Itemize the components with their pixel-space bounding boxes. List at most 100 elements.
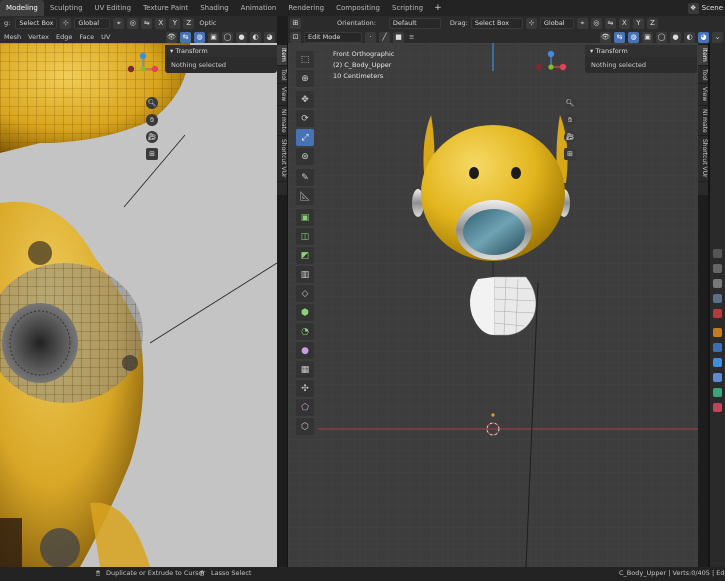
wireframe-shading-icon[interactable]: ◯ [222,31,233,43]
menu-edge[interactable]: Edge [54,33,74,41]
transform-pivot-icon[interactable]: ⊹ [60,17,72,29]
physics-properties-icon[interactable] [713,373,722,382]
face-select-icon[interactable]: ■ [393,31,404,43]
sidebar-tab-item-right[interactable]: Item [698,45,708,66]
sidebar-tab-tool[interactable]: Tool [277,66,287,85]
transform-panel-header-right[interactable]: ▾ Transform [585,45,697,57]
shading-options-icon[interactable]: ⌄ [712,31,723,43]
modifier-properties-icon[interactable] [713,343,722,352]
sidebar-tab-nimate-right[interactable]: NI mate [698,106,708,137]
solid-shading-icon-right[interactable]: ● [670,31,681,43]
sidebar-tab-shortcut-right[interactable]: Shortcut VUr [698,136,708,182]
proportional-icon-right[interactable]: ◎ [590,17,602,29]
scale-tool-icon[interactable]: ⤢ [296,129,314,146]
axis-x-toggle[interactable]: X [155,17,167,29]
zoom-icon[interactable]: 🔍︎ [146,97,158,109]
menu-vertex[interactable]: Vertex [26,33,51,41]
grid-view-icon[interactable]: ⊞ [146,148,158,160]
axis-z-toggle[interactable]: Z [183,17,195,29]
tab-scripting[interactable]: Scripting [386,0,429,16]
view-object-types-icon-right[interactable]: 👁 [600,31,611,43]
orientation-dropdown[interactable]: Global [74,17,111,29]
edge-slide-tool-icon[interactable]: ▦ [296,361,314,378]
overlay-toggle-icon-right[interactable]: ◍ [628,31,639,43]
measure-tool-icon[interactable]: 📐︎ [296,188,314,205]
camera-icon[interactable]: 🎥︎ [146,131,158,143]
inset-tool-icon[interactable]: ◫ [296,228,314,245]
xray-icon[interactable]: ▣ [208,31,219,43]
render-shading-icon-right[interactable]: ◕ [698,31,709,43]
editor-type-icon-2[interactable]: ⊡ [290,31,301,43]
annotate-tool-icon[interactable]: ✎ [296,169,314,186]
tab-rendering[interactable]: Rendering [282,0,330,16]
extrude-tool-icon[interactable]: ▣ [296,209,314,226]
left-viewport[interactable]: 🔍︎ ✋︎ 🎥︎ ⊞ ▾ Transform Nothing selected [0,43,277,567]
sidebar-tab-tool-right[interactable]: Tool [698,66,708,85]
overlay-toggle-icon[interactable]: ◍ [194,31,205,43]
smooth-tool-icon[interactable]: ● [296,342,314,359]
render-properties-icon[interactable] [713,264,722,273]
pan-hand-icon[interactable]: ✋︎ [146,114,158,126]
particles-properties-icon[interactable] [713,358,722,367]
edge-select-icon[interactable]: ╱ [379,31,390,43]
tool-properties-icon[interactable] [713,249,722,258]
mirror-icon-right[interactable]: ⇋ [604,17,616,29]
scene-properties-icon[interactable] [713,309,722,318]
render-shading-icon[interactable]: ◕ [264,31,275,43]
material-shading-icon[interactable]: ◐ [250,31,261,43]
move-tool-icon[interactable]: ✥ [296,91,314,108]
snap-icon[interactable]: ⌖ [113,17,125,29]
xray-icon-right[interactable]: ▣ [642,31,653,43]
tab-compositing[interactable]: Compositing [330,0,386,16]
shrink-tool-icon[interactable]: ✣ [296,380,314,397]
pan-hand-icon-right[interactable]: ✋︎ [564,114,576,126]
sidebar-tab-nimate[interactable]: NI mate [277,106,287,137]
wireframe-shading-icon-right[interactable]: ◯ [656,31,667,43]
spin-tool-icon[interactable]: ◔ [296,323,314,340]
grid-view-icon-right[interactable]: ⊞ [564,148,576,160]
right-viewport[interactable]: Front Orthographic (2) C_Body_Upper 10 C… [288,43,698,567]
solid-shading-icon[interactable]: ● [236,31,247,43]
pivot-point-icon[interactable]: ⊹ [525,17,537,29]
rotate-tool-icon[interactable]: ⟳ [296,110,314,127]
mode-dropdown[interactable]: Edit Mode [304,31,362,43]
menu-uv[interactable]: UV [99,33,112,41]
sidebar-tab-shortcut[interactable]: Shortcut VUr [277,136,287,182]
drag-dropdown[interactable]: Select Box [470,17,523,29]
tab-sculpting[interactable]: Sculpting [44,0,89,16]
gizmo-toggle-icon[interactable]: ⇆ [180,31,191,43]
tab-uv-editing[interactable]: UV Editing [89,0,138,16]
gizmo-toggle-icon-right[interactable]: ⇆ [614,31,625,43]
menu-face[interactable]: Face [77,33,96,41]
poly-build-tool-icon[interactable]: ⬢ [296,304,314,321]
data-properties-icon[interactable] [713,388,722,397]
axis-x-toggle-right[interactable]: X [618,17,630,29]
scene-label[interactable]: Scene [702,4,723,12]
transform-tool-icon[interactable]: ⊛ [296,148,314,165]
shear-tool-icon[interactable]: ⬠ [296,399,314,416]
material-properties-icon[interactable] [713,403,722,412]
axis-y-toggle[interactable]: Y [169,17,181,29]
menu-mesh[interactable]: Mesh [2,33,23,41]
knife-tool-icon[interactable]: ◇ [296,285,314,302]
select-tool-icon[interactable]: ⬚ [296,51,314,68]
mirror-icon[interactable]: ⇋ [141,17,153,29]
select-mode-dropdown[interactable]: Select Box [15,17,58,29]
view-object-types-icon[interactable]: 👁 [166,31,177,43]
cursor-tool-icon[interactable]: ⊕ [296,70,314,87]
transform-orientation-dropdown[interactable]: Global [539,17,574,29]
bevel-tool-icon[interactable]: ◩ [296,247,314,264]
sidebar-tab-item[interactable]: Item [277,45,287,66]
view-layer-icon[interactable] [713,294,722,303]
transform-panel-header[interactable]: ▾ Transform [165,45,277,57]
zoom-icon-right[interactable]: 🔍︎ [564,97,576,109]
sidebar-tab-view[interactable]: View [277,84,287,106]
navigation-gizmo-left[interactable] [126,52,160,86]
navigation-gizmo-right[interactable] [534,50,568,84]
axis-z-toggle-right[interactable]: Z [646,17,658,29]
camera-icon-right[interactable]: 🎥︎ [564,131,576,143]
tab-shading[interactable]: Shading [194,0,234,16]
add-workspace-button[interactable]: + [429,0,447,16]
rip-tool-icon[interactable]: ⬡ [296,418,314,435]
editor-type-icon[interactable]: ⊞ [290,17,301,29]
